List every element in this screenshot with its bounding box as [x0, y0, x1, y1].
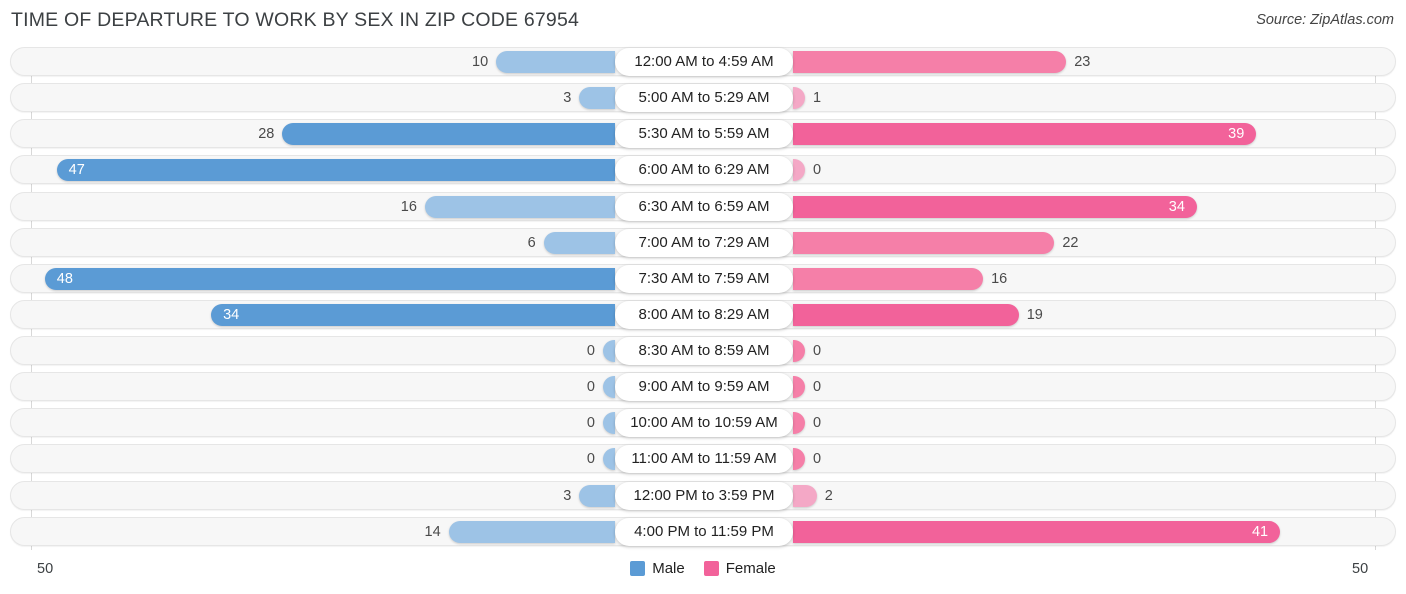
chart-footer: 50 50 Male Female — [0, 552, 1406, 594]
legend-item[interactable]: Male — [630, 560, 685, 577]
bar-value-male: 0 — [586, 379, 595, 396]
bar-value-female: 19 — [1026, 306, 1043, 323]
bar-value-male: 16 — [400, 198, 417, 215]
category-label: 5:30 AM to 5:59 AM — [615, 120, 793, 149]
bar-female[interactable] — [793, 484, 817, 507]
category-label: 12:00 PM to 3:59 PM — [615, 481, 793, 510]
bar-female[interactable] — [793, 520, 1281, 543]
bar-male[interactable] — [448, 520, 615, 543]
bar-value-male: 0 — [586, 343, 595, 359]
bar-female[interactable] — [793, 123, 1257, 146]
chart-row: 10 23 12:00 AM to 4:59 AM — [0, 44, 1406, 80]
category-label: 6:00 AM to 6:29 AM — [615, 156, 793, 185]
bar-male[interactable] — [579, 484, 615, 507]
bar-value-female: 0 — [813, 415, 822, 432]
legend-swatch-icon — [630, 561, 646, 576]
bar-value-female: 1 — [813, 90, 822, 107]
bar-value-female: 34 — [1168, 198, 1185, 215]
bar-male[interactable] — [44, 267, 615, 290]
category-label: 12:00 AM to 4:59 AM — [615, 48, 793, 76]
bar-female[interactable] — [793, 303, 1019, 326]
bar-male[interactable] — [211, 303, 615, 326]
chart-row: 0 0 8:30 AM to 8:59 AM — [0, 333, 1406, 369]
bar-female[interactable] — [793, 51, 1067, 73]
bar-value-male: 34 — [223, 306, 240, 323]
chart-row: 14 41 4:00 PM to 11:59 PM — [0, 514, 1406, 550]
bar-value-female: 0 — [813, 451, 822, 468]
chart-row: 0 0 9:00 AM to 9:59 AM — [0, 369, 1406, 405]
page-title: TIME OF DEPARTURE TO WORK BY SEX IN ZIP … — [11, 9, 580, 31]
legend-label: Female — [725, 560, 776, 577]
legend-swatch-icon — [703, 561, 719, 576]
bar-value-male: 3 — [563, 487, 572, 504]
category-label: 7:30 AM to 7:59 AM — [615, 264, 793, 293]
chart-row: 0 0 10:00 AM to 10:59 AM — [0, 405, 1406, 441]
legend-item[interactable]: Female — [703, 560, 776, 577]
category-label: 7:00 AM to 7:29 AM — [615, 228, 793, 257]
chart-row: 3 1 5:00 AM to 5:29 AM — [0, 80, 1406, 116]
chart-row: 28 39 5:30 AM to 5:59 AM — [0, 116, 1406, 152]
category-label: 9:00 AM to 9:59 AM — [615, 373, 793, 402]
chart-row: 3 2 12:00 PM to 3:59 PM — [0, 478, 1406, 514]
bar-female[interactable] — [793, 231, 1055, 254]
bar-value-male: 28 — [258, 126, 275, 143]
chart-row: 47 0 6:00 AM to 6:29 AM — [0, 152, 1406, 188]
bar-male[interactable] — [282, 123, 615, 146]
bar-value-female: 0 — [813, 162, 822, 179]
category-label: 5:00 AM to 5:29 AM — [615, 84, 793, 113]
bar-value-female: 23 — [1074, 54, 1091, 70]
bar-male[interactable] — [543, 231, 615, 254]
bar-value-male: 0 — [586, 415, 595, 432]
bar-male[interactable] — [579, 87, 615, 110]
chart-row: 0 0 11:00 AM to 11:59 AM — [0, 441, 1406, 477]
bar-value-female: 2 — [824, 487, 833, 504]
legend-label: Male — [652, 560, 685, 577]
category-label: 6:30 AM to 6:59 AM — [615, 192, 793, 221]
chart-header: TIME OF DEPARTURE TO WORK BY SEX IN ZIP … — [0, 0, 1406, 42]
bar-male[interactable] — [56, 159, 615, 182]
category-label: 10:00 AM to 10:59 AM — [615, 409, 793, 438]
bar-value-female: 16 — [991, 270, 1008, 287]
bar-value-female: 0 — [813, 379, 822, 396]
bar-value-female: 41 — [1251, 523, 1269, 540]
chart-legend: Male Female — [0, 560, 1406, 577]
bar-value-male: 6 — [527, 234, 536, 251]
category-label: 4:00 PM to 11:59 PM — [615, 517, 793, 546]
chart-plot-area: 10 23 12:00 AM to 4:59 AM 3 1 5:00 AM to 5:29… — [0, 44, 1406, 550]
bar-male[interactable] — [496, 51, 615, 73]
bar-value-female: 0 — [813, 343, 822, 359]
bar-female[interactable] — [793, 267, 984, 290]
bar-female[interactable] — [793, 195, 1197, 218]
chart-row: 16 34 6:30 AM to 6:59 AM — [0, 189, 1406, 225]
bar-value-male: 48 — [56, 270, 73, 287]
bar-value-male: 47 — [68, 162, 85, 179]
bar-value-female: 22 — [1062, 234, 1079, 251]
chart-row: 34 19 8:00 AM to 8:29 AM — [0, 297, 1406, 333]
category-label: 8:30 AM to 8:59 AM — [615, 337, 793, 365]
bar-value-male: 3 — [563, 90, 572, 107]
bar-value-male: 10 — [472, 54, 489, 70]
chart-row: 48 16 7:30 AM to 7:59 AM — [0, 261, 1406, 297]
bar-value-male: 0 — [586, 451, 595, 468]
bar-value-female: 39 — [1228, 126, 1245, 143]
category-label: 8:00 AM to 8:29 AM — [615, 300, 793, 329]
bar-male[interactable] — [424, 195, 615, 218]
chart-row: 6 22 7:00 AM to 7:29 AM — [0, 225, 1406, 261]
source-attribution: Source: ZipAtlas.com — [1256, 12, 1394, 28]
bar-value-male: 14 — [424, 523, 441, 540]
chart-rows: 10 23 12:00 AM to 4:59 AM 3 1 5:00 AM to 5:29… — [0, 44, 1406, 550]
category-label: 11:00 AM to 11:59 AM — [615, 445, 793, 474]
